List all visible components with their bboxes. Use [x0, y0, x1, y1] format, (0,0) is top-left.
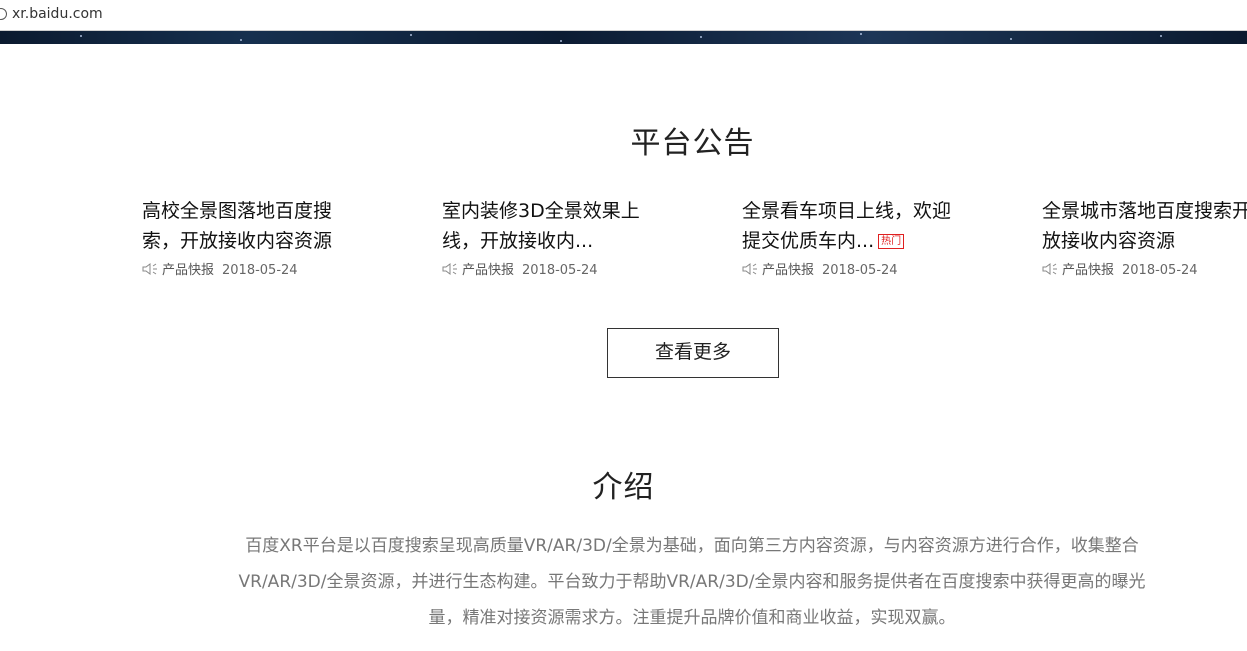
announcement-item[interactable]: 室内装修3D全景效果上线，开放接收内... 产品快报 2018-05-24 [442, 196, 652, 280]
hot-badge: 热门 [878, 234, 905, 249]
announcement-meta: 产品快报 2018-05-24 [742, 262, 952, 280]
announcement-category: 产品快报 [462, 263, 515, 278]
announcement-date: 2018-05-24 [822, 263, 898, 278]
hero-banner [0, 31, 1247, 44]
browser-address-bar[interactable]: xr.baidu.com [0, 0, 1247, 31]
announcement-item[interactable]: 全景城市落地百度搜索开放接收内容资源 产品快报 2018-05-24 [1042, 196, 1247, 280]
speaker-icon [1042, 263, 1057, 275]
announcement-meta: 产品快报 2018-05-24 [1042, 262, 1247, 280]
announcement-title[interactable]: 全景城市落地百度搜索开放接收内容资源 [1042, 196, 1247, 256]
announcement-item[interactable]: 全景看车项目上线，欢迎提交优质车内... 热门 产品快报 2018-05-24 [742, 196, 952, 280]
view-more-button[interactable]: 查看更多 [607, 328, 779, 378]
announcement-title[interactable]: 全景看车项目上线，欢迎提交优质车内... 热门 [742, 196, 952, 256]
announcement-category: 产品快报 [162, 263, 215, 278]
announcement-date: 2018-05-24 [522, 263, 598, 278]
page-info-icon[interactable] [0, 8, 7, 20]
announcement-category: 产品快报 [1062, 263, 1115, 278]
announcements-title: 平台公告 [630, 126, 755, 161]
announcement-date: 2018-05-24 [1122, 263, 1198, 278]
announcement-category: 产品快报 [762, 263, 815, 278]
announcement-title[interactable]: 室内装修3D全景效果上线，开放接收内... [442, 196, 652, 256]
announcement-date: 2018-05-24 [222, 263, 298, 278]
announcement-meta: 产品快报 2018-05-24 [442, 262, 652, 280]
speaker-icon [442, 263, 457, 275]
speaker-icon [142, 263, 157, 275]
announcement-item[interactable]: 高校全景图落地百度搜索，开放接收内容资源 产品快报 2018-05-24 [142, 196, 352, 280]
url-text[interactable]: xr.baidu.com [12, 6, 103, 22]
intro-title: 介绍 [592, 470, 655, 505]
announcement-title[interactable]: 高校全景图落地百度搜索，开放接收内容资源 [142, 196, 352, 256]
announcement-meta: 产品快报 2018-05-24 [142, 262, 352, 280]
speaker-icon [742, 263, 757, 275]
announcement-list: 高校全景图落地百度搜索，开放接收内容资源 产品快报 2018-05-24 室内装修… [142, 196, 1247, 286]
intro-paragraph: 百度XR平台是以百度搜索呈现高质量VR/AR/3D/全景为基础，面向第三方内容资… [238, 536, 1146, 628]
